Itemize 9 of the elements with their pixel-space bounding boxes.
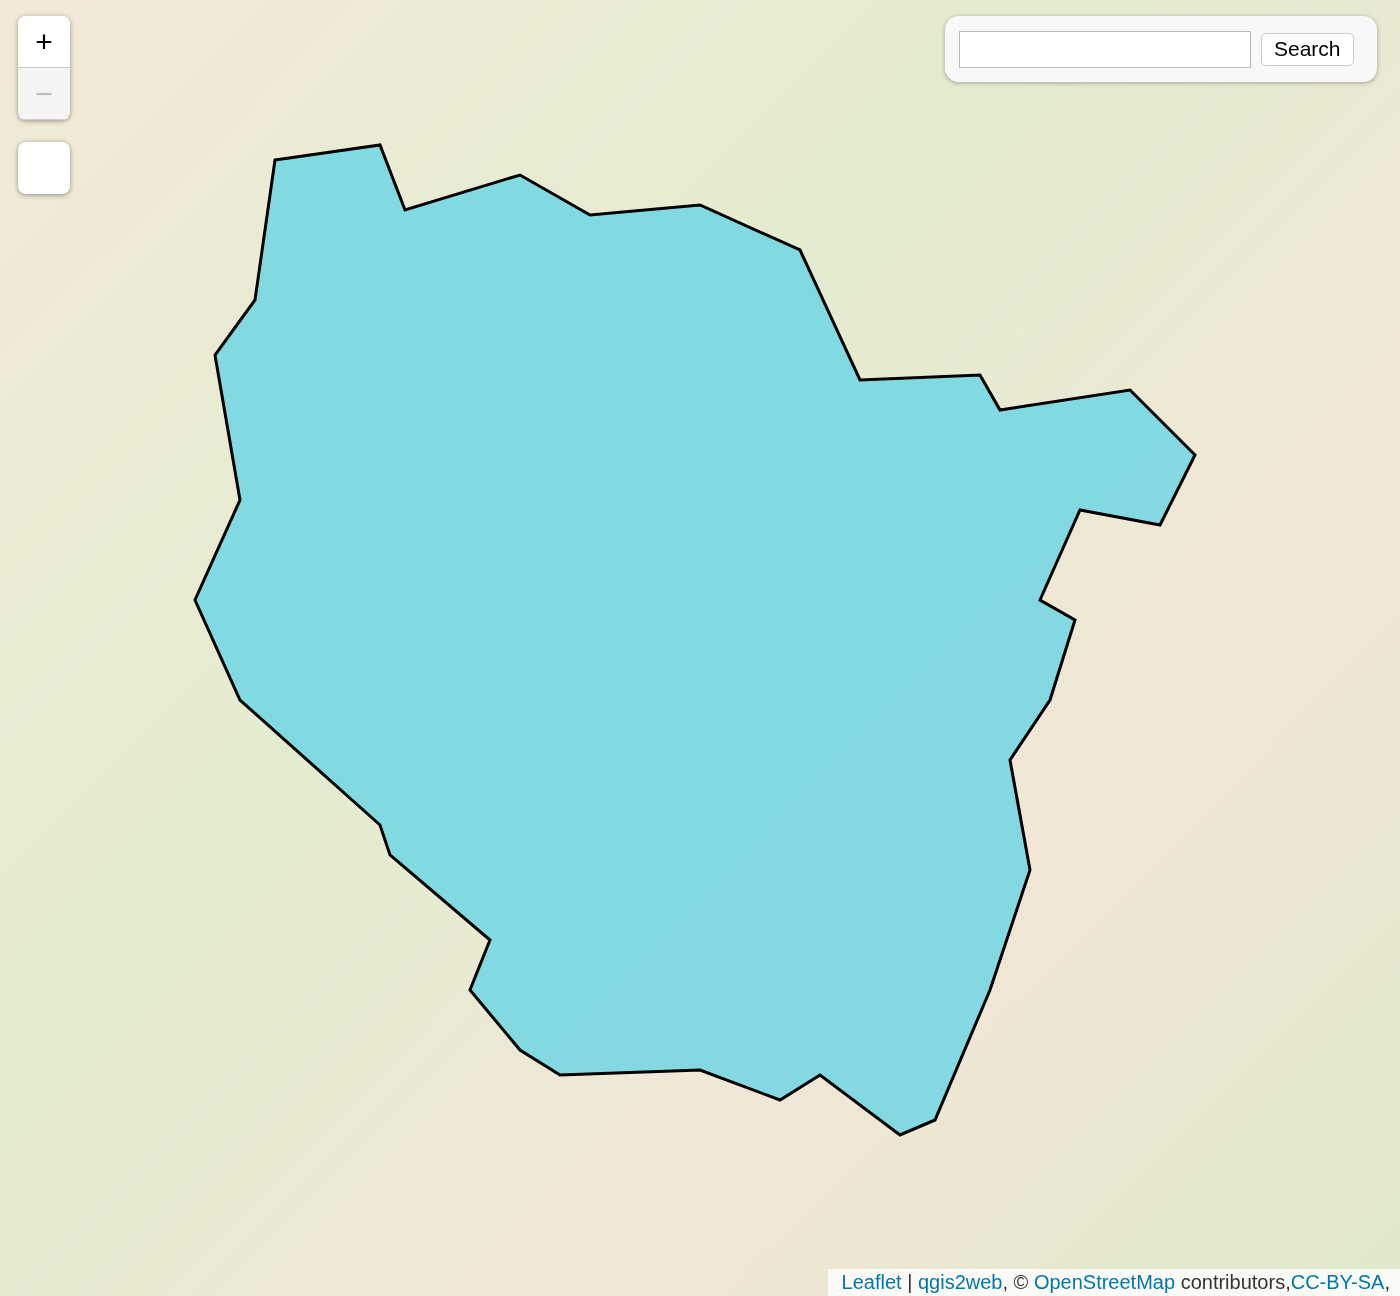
search-button[interactable]: Search xyxy=(1261,32,1354,66)
attribution-link[interactable]: Leaflet xyxy=(841,1271,902,1293)
zoom-in-button[interactable]: + xyxy=(18,16,70,68)
attribution-link[interactable]: CC-BY-SA xyxy=(1290,1271,1385,1293)
attribution-link[interactable]: OpenStreetMap xyxy=(1033,1271,1176,1293)
attribution-text: Leaflet | qgis2web, © OpenStreetMap contributors,CC-BY-SA, xyxy=(827,1269,1400,1296)
attribution-link[interactable]: qgis2web xyxy=(917,1271,1003,1293)
search-field[interactable] xyxy=(959,30,1251,68)
layers-button[interactable] xyxy=(18,142,70,194)
